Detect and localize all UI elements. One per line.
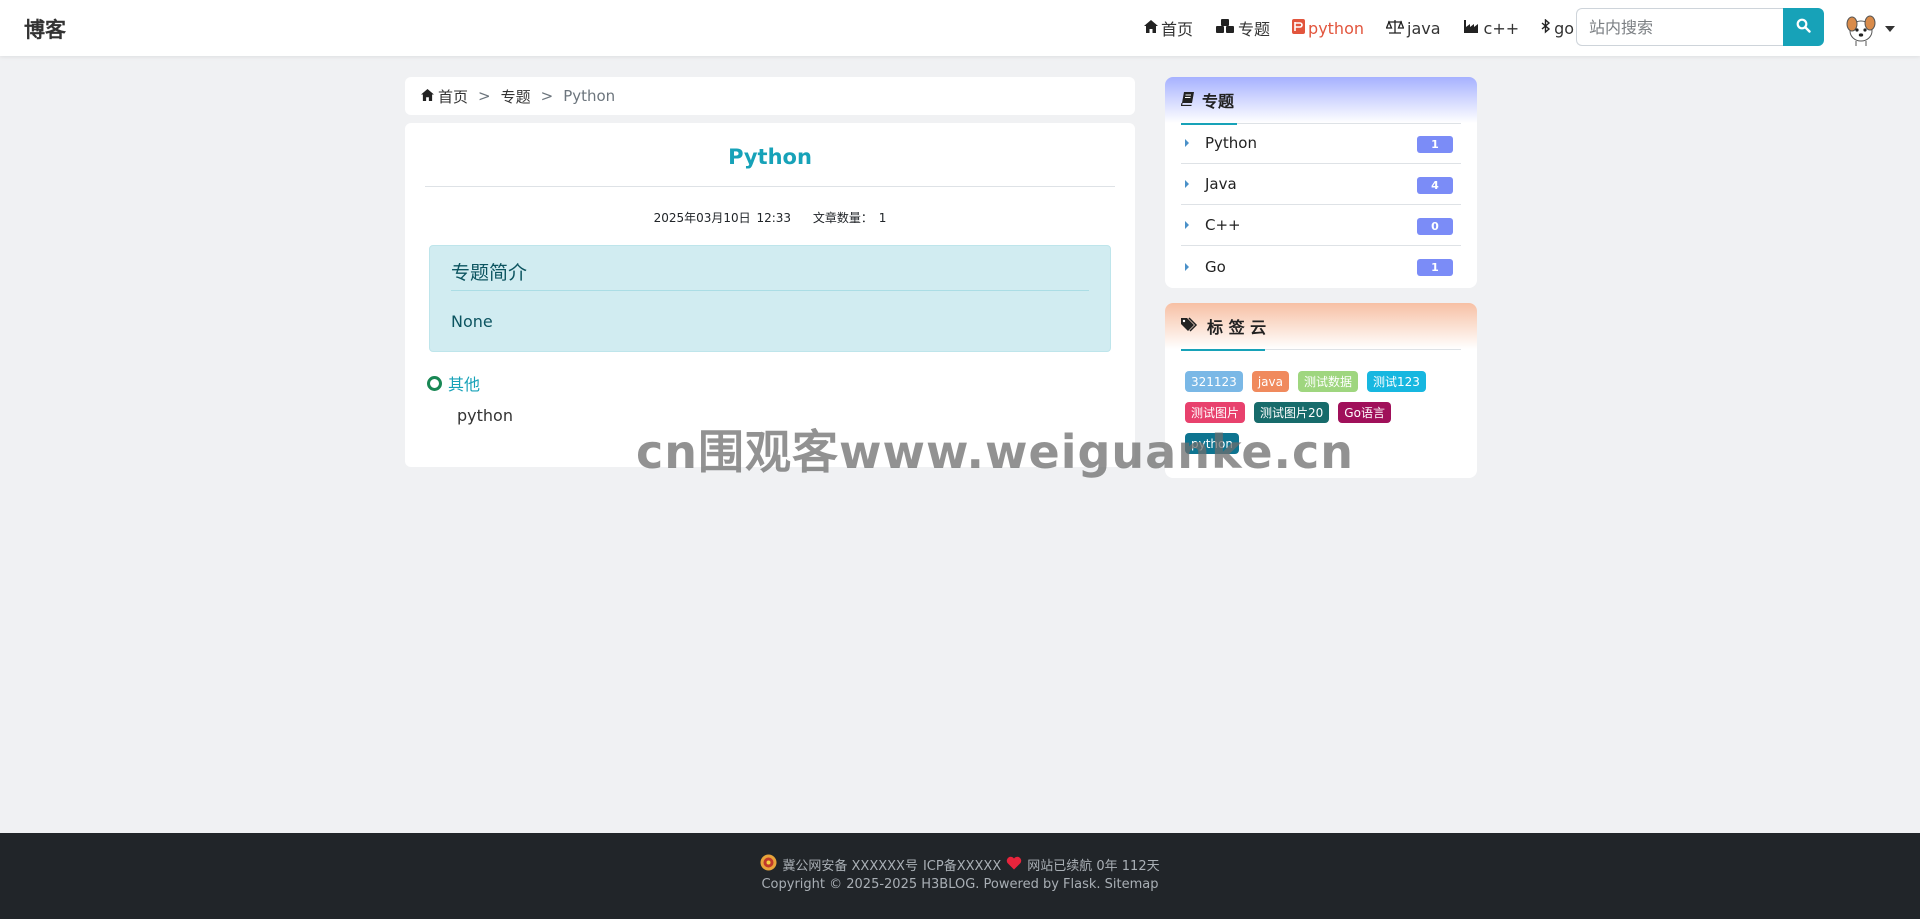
tag-link[interactable]: 测试数据 <box>1297 371 1358 392</box>
topic-item-cpp[interactable]: C++ 0 <box>1181 205 1461 246</box>
tag-link[interactable]: Go语言 <box>1338 402 1391 423</box>
tag-cloud-title: 标 签 云 <box>1207 318 1267 337</box>
topic-name: Go <box>1205 257 1226 276</box>
search-icon <box>1796 18 1811 36</box>
intro-heading: 专题简介 <box>451 262 528 284</box>
topic-count-badge: 1 <box>1417 136 1453 153</box>
sitemap-link[interactable]: Sitemap <box>1105 877 1159 892</box>
caret-right-icon <box>1185 180 1189 188</box>
breadcrumb-separator: > <box>540 87 554 105</box>
nav-menu: 首页 专题 python java c++ go <box>1144 0 1596 56</box>
nav-item-label: 专题 <box>1238 20 1271 39</box>
tag-cloud: 321123 java 测试数据 测试123 测试图片 测试图片20 Go语言 … <box>1165 349 1465 454</box>
icp-record-link[interactable]: ICP备XXXXX <box>923 855 1001 874</box>
nav-item-label: java <box>1407 18 1441 38</box>
article-group-other[interactable]: 其他 <box>427 371 480 395</box>
topic-intro-alert: 专题简介 None <box>429 245 1111 352</box>
python-icon <box>1292 18 1306 38</box>
tag-link[interactable]: java <box>1251 371 1289 392</box>
tag-link[interactable]: 321123 <box>1185 371 1243 392</box>
nav-item-label: python <box>1308 18 1364 38</box>
topics-widget: 专题 Python 1 Java 4 C++ 0 Go 1 <box>1165 77 1477 288</box>
nav-item-java[interactable]: java <box>1385 18 1441 38</box>
divider <box>425 186 1115 187</box>
breadcrumb-section[interactable]: 专题 <box>501 86 531 107</box>
tag-cloud-widget: 标 签 云 321123 java 测试数据 测试123 测试图片 测试图片20… <box>1165 303 1477 478</box>
cubes-icon <box>1215 18 1235 38</box>
copyright-text: Copyright © 2025-2025 H3BLOG. Powered by… <box>761 877 1101 892</box>
book-icon <box>1180 91 1194 110</box>
divider <box>451 290 1089 291</box>
topic-count-badge: 1 <box>1417 259 1453 276</box>
circle-icon <box>427 375 442 391</box>
topic-card: Python 2025年03月10日 12:33 文章数量： 1 专题简介 No… <box>405 123 1135 467</box>
bluetooth-icon <box>1541 17 1551 38</box>
nav-item-python[interactable]: python <box>1292 18 1364 38</box>
breadcrumb-home-label: 首页 <box>438 87 469 106</box>
article-count: 文章数量： 1 <box>813 211 886 225</box>
breadcrumb-home[interactable]: 首页 <box>421 86 468 107</box>
search-input[interactable] <box>1576 8 1783 46</box>
caret-right-icon <box>1185 139 1189 147</box>
breadcrumb: 首页 > 专题 > Python <box>405 77 1135 115</box>
topic-title: Python <box>728 145 812 169</box>
home-icon <box>1144 19 1158 37</box>
topic-list: Python 1 Java 4 C++ 0 Go 1 <box>1165 123 1477 287</box>
site-search <box>1576 8 1824 46</box>
tag-link[interactable]: python <box>1185 433 1239 454</box>
article-group-label: 其他 <box>448 375 481 394</box>
article-count-label: 文章数量： <box>812 211 873 225</box>
footer-copyright-line: Copyright © 2025-2025 H3BLOG. Powered by… <box>0 877 1920 892</box>
top-navbar: 博客 首页 专题 python java c++ go 站内搜索 <box>0 0 1920 56</box>
industry-icon <box>1463 19 1481 38</box>
topic-meta: 2025年03月10日 12:33 文章数量： 1 <box>405 209 1135 226</box>
topic-count-badge: 0 <box>1417 218 1453 235</box>
intro-body: None <box>451 312 493 331</box>
police-badge-icon <box>760 854 777 875</box>
breadcrumb-separator: > <box>478 87 491 105</box>
site-brand[interactable]: 博客 <box>24 14 66 44</box>
nav-item-home[interactable]: 首页 <box>1144 16 1193 40</box>
topic-name: Python <box>1205 134 1257 152</box>
tag-link[interactable]: 测试123 <box>1366 371 1426 392</box>
header-accent <box>1181 349 1265 351</box>
tag-cloud-header: 标 签 云 <box>1165 303 1477 351</box>
topic-name: C++ <box>1205 216 1241 234</box>
topic-name: Java <box>1205 175 1237 193</box>
chevron-down-icon <box>1885 26 1895 32</box>
balance-scale-icon <box>1385 19 1405 38</box>
footer: 冀公网安备 XXXXXX号 ICP备XXXXX 网站已续航 0年 112天 Co… <box>0 833 1920 919</box>
nav-item-cpp[interactable]: c++ <box>1463 18 1520 38</box>
heart-icon <box>1006 856 1022 874</box>
user-menu-toggle[interactable] <box>1843 10 1899 48</box>
avatar <box>1843 11 1879 47</box>
footer-record-line: 冀公网安备 XXXXXX号 ICP备XXXXX 网站已续航 0年 112天 <box>0 854 1920 875</box>
nav-item-go[interactable]: go <box>1541 17 1575 38</box>
topics-widget-header: 专题 <box>1165 77 1477 125</box>
topics-widget-title: 专题 <box>1202 92 1235 111</box>
topic-item-python[interactable]: Python 1 <box>1181 123 1461 164</box>
breadcrumb-current: Python <box>563 87 616 105</box>
caret-right-icon <box>1185 221 1189 229</box>
topic-date: 2025年03月10日 12:33 <box>653 211 792 225</box>
police-record-link[interactable]: 冀公网安备 XXXXXX号 <box>782 855 918 874</box>
tag-link[interactable]: 测试图片20 <box>1254 402 1330 423</box>
nav-item-topics[interactable]: 专题 <box>1215 16 1270 40</box>
tag-link[interactable]: 测试图片 <box>1185 402 1246 423</box>
topic-item-go[interactable]: Go 1 <box>1181 246 1461 287</box>
nav-item-label: go <box>1554 18 1575 38</box>
article-link[interactable]: python <box>457 406 513 425</box>
home-icon <box>421 87 434 105</box>
topic-item-java[interactable]: Java 4 <box>1181 164 1461 205</box>
tags-icon <box>1181 316 1199 336</box>
nav-item-label: c++ <box>1483 18 1520 38</box>
caret-right-icon <box>1185 262 1189 271</box>
uptime-text: 网站已续航 0年 112天 <box>1027 859 1160 874</box>
nav-item-label: 首页 <box>1161 20 1194 39</box>
search-button[interactable] <box>1783 8 1824 46</box>
topic-count-badge: 4 <box>1417 177 1453 194</box>
article-count-value: 1 <box>878 211 887 225</box>
